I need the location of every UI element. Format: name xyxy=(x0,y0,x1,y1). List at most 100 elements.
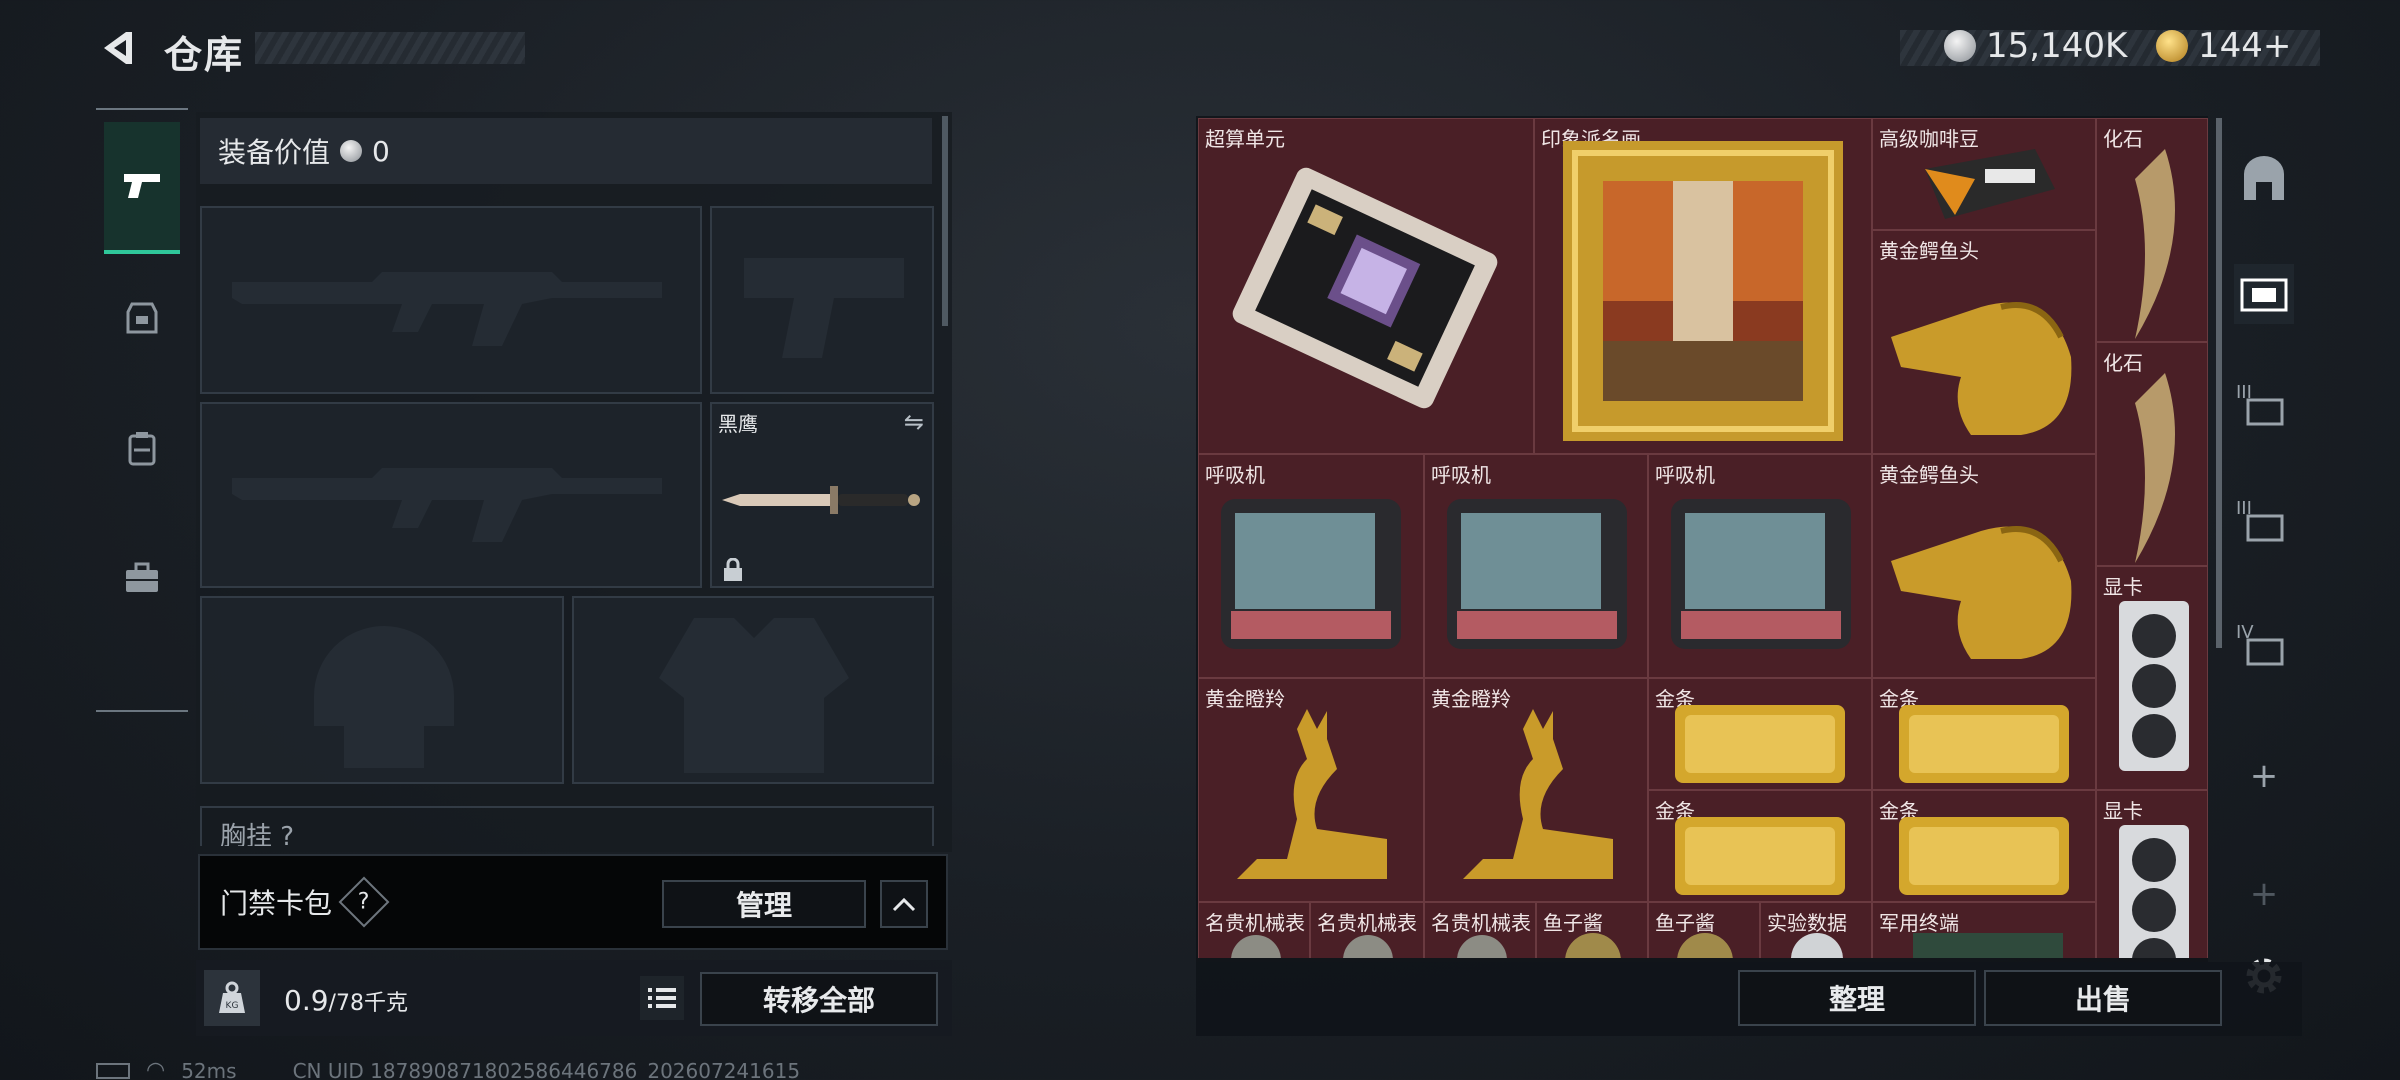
battery-icon xyxy=(96,1062,130,1079)
graphics-card-icon xyxy=(2119,601,2189,771)
sell-button[interactable]: 出售 xyxy=(1984,970,2222,1026)
equipment-scrollbar[interactable] xyxy=(942,116,948,326)
primary-weapon-slot[interactable] xyxy=(200,206,702,394)
equipment-value: 0 xyxy=(372,134,390,168)
lock-icon xyxy=(724,558,742,581)
secondary-weapon-slot[interactable] xyxy=(710,206,934,394)
storage-item[interactable]: 金条 xyxy=(1872,790,2096,902)
watch-icon xyxy=(1343,935,1393,958)
tab-backpack[interactable] xyxy=(104,382,180,514)
backpack-icon xyxy=(128,432,156,466)
coffee-bag-icon xyxy=(1925,149,2055,219)
page-title: 仓库 xyxy=(164,33,245,77)
title-decoration xyxy=(255,32,525,64)
weight-current: 0.9 xyxy=(284,984,329,1017)
swap-icon[interactable]: ⇋ xyxy=(904,408,924,436)
storage-item[interactable]: 化石 xyxy=(2096,118,2208,342)
golden-crocodile-head-icon xyxy=(1891,302,2072,435)
storage-item[interactable]: 呼吸机 xyxy=(1424,454,1648,678)
storage-item[interactable]: 鱼子酱 xyxy=(1648,902,1760,958)
item-label: 实验数据 xyxy=(1767,911,1847,935)
tab-home[interactable] xyxy=(2234,148,2294,208)
storage-item[interactable]: 显卡 xyxy=(2096,566,2208,790)
storage-item[interactable]: 黄金鳄鱼头 xyxy=(1872,454,2096,678)
pistol-icon xyxy=(124,174,160,198)
currency-silver[interactable]: 15,140K xyxy=(1944,26,2127,66)
ventilator-icon xyxy=(1221,499,1401,649)
knife-icon xyxy=(722,486,920,514)
fossil-claw-icon xyxy=(2135,373,2175,563)
storage-item[interactable]: 鱼子酱 xyxy=(1536,902,1648,958)
item-label: 名贵机械表 xyxy=(1205,911,1305,935)
chevron-up-icon xyxy=(892,897,916,912)
storage-item[interactable]: 化石 xyxy=(2096,342,2208,566)
tab-case[interactable] xyxy=(104,512,180,644)
helmet-slot[interactable] xyxy=(200,596,564,784)
storage-item[interactable]: 金条 xyxy=(1648,790,1872,902)
tab-stash-III-b-label: III xyxy=(2236,498,2252,519)
rifle-silhouette-icon xyxy=(232,468,662,542)
graphics-card-icon xyxy=(2119,825,2189,958)
weight-readout: 0.9/78千克 xyxy=(284,984,408,1017)
svg-text:KG: KG xyxy=(226,1001,239,1011)
item-label: 显卡 xyxy=(2103,575,2143,599)
item-label: 呼吸机 xyxy=(1655,463,1715,487)
item-label: 黄金鳄鱼头 xyxy=(1879,463,1979,487)
chest-rig-slot[interactable]: 胸挂 ? xyxy=(200,806,934,846)
gold-bar-icon xyxy=(1899,817,2069,895)
manage-button[interactable]: 管理 xyxy=(662,880,866,928)
sort-button[interactable]: 整理 xyxy=(1738,970,1976,1026)
help-icon-glyph: ? xyxy=(358,889,370,915)
storage-item[interactable]: 金条 xyxy=(1648,678,1872,790)
storage-item[interactable]: 金条 xyxy=(1872,678,2096,790)
tab-stash-IV[interactable]: IV xyxy=(2234,620,2294,680)
secondary-rifle-slot[interactable] xyxy=(200,402,702,588)
storage-scrollbar[interactable] xyxy=(2216,118,2222,648)
storage-item[interactable]: 黄金瞪羚 xyxy=(1198,678,1424,902)
storage-item[interactable]: 超算单元 xyxy=(1198,118,1534,454)
supercomputer-chip-icon xyxy=(1232,167,1498,409)
storage-item[interactable]: 名贵机械表 xyxy=(1310,902,1424,958)
storage-item[interactable]: 高级咖啡豆 xyxy=(1872,118,2096,230)
storage-item[interactable]: 名贵机械表 xyxy=(1198,902,1310,958)
back-arrow-icon xyxy=(104,32,132,64)
add-stash-button[interactable]: + xyxy=(2234,746,2294,806)
list-view-button[interactable] xyxy=(640,976,684,1020)
storage-item[interactable]: 名贵机械表 xyxy=(1424,902,1536,958)
storage-item[interactable]: 呼吸机 xyxy=(1198,454,1424,678)
currency-gold[interactable]: 144+ xyxy=(2156,26,2291,66)
storage-item[interactable]: 印象派名画 xyxy=(1534,118,1872,454)
tab-stash-III-b[interactable]: III xyxy=(2234,496,2294,556)
tab-gear[interactable] xyxy=(104,252,180,384)
caviar-tin-icon xyxy=(1565,933,1621,958)
chest-rig-label: 胸挂 ? xyxy=(220,822,295,846)
tab-stash-1[interactable] xyxy=(2234,264,2294,324)
tab-stash-III-a[interactable]: III xyxy=(2234,380,2294,440)
item-label: 呼吸机 xyxy=(1431,463,1491,487)
melee-name: 黑鹰 xyxy=(718,412,758,436)
item-label: 名贵机械表 xyxy=(1431,911,1531,935)
weight-icon: KG xyxy=(219,981,245,1013)
ventilator-icon xyxy=(1671,499,1851,649)
transfer-all-button[interactable]: 转移全部 xyxy=(700,972,938,1026)
storage-item[interactable]: 实验数据 xyxy=(1760,902,1872,958)
armor-icon xyxy=(126,302,158,334)
tab-weapons[interactable] xyxy=(104,122,180,254)
data-disc-icon xyxy=(1791,933,1843,958)
add-stash-button-disabled: + xyxy=(2249,874,2279,914)
storage-item[interactable]: 显卡 xyxy=(2096,790,2208,958)
storage-item[interactable]: 呼吸机 xyxy=(1648,454,1872,678)
storage-item[interactable]: 军用终端 xyxy=(1872,902,2096,958)
collapse-button[interactable] xyxy=(880,880,928,928)
equipment-value-label: 装备价值 xyxy=(218,136,331,169)
storage-item[interactable]: 黄金瞪羚 xyxy=(1424,678,1648,902)
armor-slot[interactable] xyxy=(572,596,934,784)
help-icon[interactable]: ? xyxy=(338,876,390,928)
caviar-tin-icon xyxy=(1677,933,1733,958)
storage-item[interactable]: 黄金鳄鱼头 xyxy=(1872,230,2096,454)
melee-slot[interactable]: 黑鹰 ⇋ xyxy=(710,402,934,588)
item-label: 高级咖啡豆 xyxy=(1879,127,1979,151)
back-button[interactable] xyxy=(96,26,140,70)
item-label: 鱼子酱 xyxy=(1655,911,1715,935)
item-label: 鱼子酱 xyxy=(1543,911,1603,935)
